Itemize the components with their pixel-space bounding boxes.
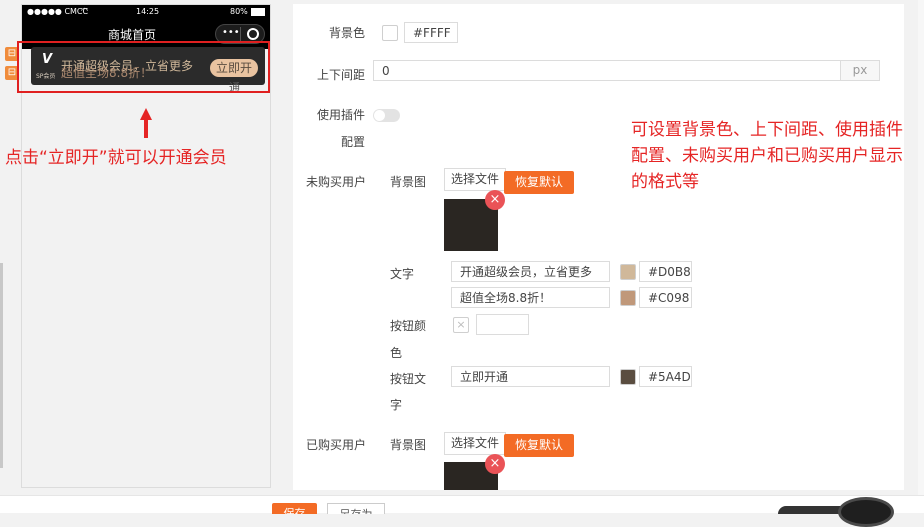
- no-color-icon[interactable]: ×: [453, 317, 469, 333]
- plugin-label-2: 配置: [341, 135, 366, 149]
- padding-value: 0: [382, 64, 390, 78]
- bg-color-label: 背景色: [329, 26, 366, 40]
- wifi-icon: ◠: [81, 6, 88, 15]
- btn-color-label-1: 按钮颜: [390, 319, 427, 333]
- help-icon[interactable]: [838, 497, 894, 527]
- save-button[interactable]: 保存: [272, 503, 317, 514]
- padding-input[interactable]: 0: [373, 60, 880, 81]
- save-as-button[interactable]: 另存为: [327, 503, 385, 514]
- paid-bg-label: 背景图: [390, 438, 427, 452]
- paid-section-label: 已购买用户: [306, 438, 367, 452]
- more-icon[interactable]: •••: [222, 27, 240, 38]
- arrow-shaft: [144, 118, 148, 138]
- btn-color-label-2: 色: [390, 346, 403, 360]
- status-bar: ●●●●● CMCC ◠ 14:25 80%: [22, 5, 270, 19]
- btn-color-input[interactable]: [476, 314, 529, 335]
- toggle-knob: [374, 110, 385, 121]
- unpaid-choose-file-button[interactable]: 选择文件: [444, 168, 506, 191]
- preview-panel: ⊟ ⊟ ●●●●● CMCC ◠ 14:25 80% 商城首页 ••• V SP…: [0, 0, 280, 495]
- remove-image-icon[interactable]: ×: [485, 190, 505, 210]
- padding-label: 上下间距: [317, 68, 366, 82]
- annotation-right: 可设置背景色、上下间距、使用插件配置、未购买用户和已购买用户显示的格式等: [631, 120, 903, 192]
- bg-color-swatch[interactable]: [382, 25, 398, 41]
- text1-input[interactable]: 开通超级会员，立省更多: [451, 261, 610, 282]
- carrier-text: ●●●●● CMCC: [27, 7, 89, 16]
- annotation-left: 点击“立即开”就可以开通会员: [5, 148, 227, 168]
- text1-color-input[interactable]: #D0B8: [639, 261, 692, 282]
- text2-input[interactable]: 超值全场8.8折！: [451, 287, 610, 308]
- battery-text: 80%: [230, 7, 248, 16]
- text2-color-input[interactable]: #C098: [639, 287, 692, 308]
- remove-image-icon[interactable]: ×: [485, 454, 505, 474]
- close-miniprogram-icon[interactable]: [247, 28, 259, 40]
- btn-text-label-2: 字: [390, 398, 403, 412]
- bottom-toolbar: 保存 另存为: [0, 495, 924, 527]
- btn-text-color-input[interactable]: #5A4D: [639, 366, 692, 387]
- capsule-divider: [240, 27, 241, 41]
- btn-text-input[interactable]: 立即开通: [451, 366, 610, 387]
- unpaid-restore-button[interactable]: 恢复默认: [504, 171, 574, 194]
- plugin-label-1: 使用插件: [317, 108, 366, 122]
- bg-color-input[interactable]: #FFFF: [404, 22, 458, 43]
- text-label: 文字: [390, 267, 415, 281]
- text2-color-swatch[interactable]: [620, 290, 636, 306]
- text1-color-swatch[interactable]: [620, 264, 636, 280]
- plugin-toggle[interactable]: [373, 109, 400, 122]
- padding-unit: px: [840, 60, 880, 81]
- paid-restore-button[interactable]: 恢复默认: [504, 434, 574, 457]
- clock-text: 14:25: [136, 7, 160, 16]
- battery-icon: [251, 8, 265, 16]
- highlight-box: [17, 41, 270, 93]
- settings-form: 背景色 #FFFF 上下间距 0 px 使用插件 配置 未购买用户 背景图 选择…: [293, 4, 904, 490]
- unpaid-bg-label: 背景图: [390, 175, 427, 189]
- unpaid-section-label: 未购买用户: [306, 175, 367, 189]
- btn-text-color-swatch[interactable]: [620, 369, 636, 385]
- btn-text-label-1: 按钮文: [390, 372, 427, 386]
- left-scrollbar[interactable]: [0, 263, 3, 468]
- right-scrollbar[interactable]: [918, 0, 924, 495]
- paid-choose-file-button[interactable]: 选择文件: [444, 432, 506, 455]
